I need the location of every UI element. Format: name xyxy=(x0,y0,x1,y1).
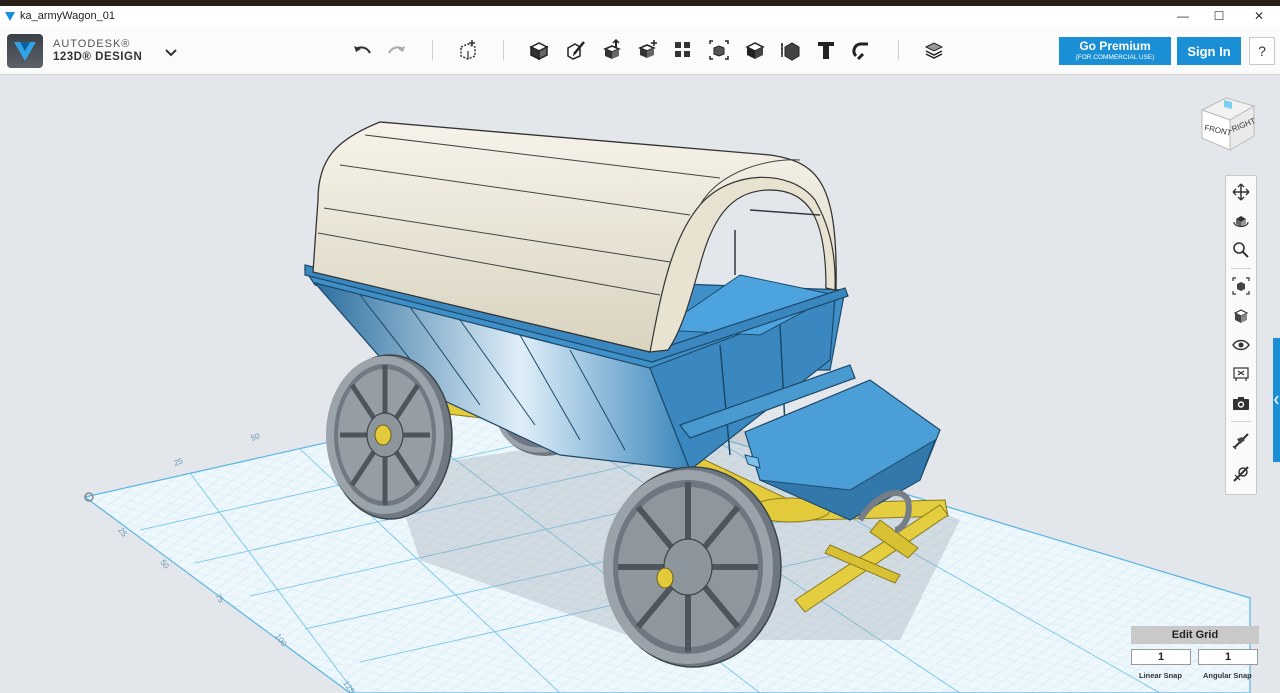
pan-icon[interactable] xyxy=(1230,181,1252,203)
rear-near-wheel[interactable] xyxy=(326,354,453,520)
view-icon[interactable] xyxy=(1230,305,1252,327)
snap-icon[interactable] xyxy=(850,38,874,62)
combine-icon[interactable] xyxy=(743,38,767,62)
maximize-button[interactable]: ☐ xyxy=(1200,6,1238,26)
grid-panel: Edit Grid 1 1 Linear Snap Angular Snap xyxy=(1131,626,1259,680)
chevron-down-icon[interactable] xyxy=(164,46,178,58)
text-icon[interactable] xyxy=(814,38,838,62)
brand-line-2: 123D® DESIGN xyxy=(53,51,143,63)
window-title: ka_armyWagon_01 xyxy=(20,10,115,22)
angular-snap-label: Angular Snap xyxy=(1203,671,1252,680)
logo-icon xyxy=(14,42,36,61)
grouping-icon[interactable] xyxy=(707,38,731,62)
sign-in-button[interactable]: Sign In xyxy=(1177,37,1241,65)
minimize-button[interactable]: — xyxy=(1164,6,1202,26)
brand-line-1: AUTODESK® xyxy=(53,38,131,50)
primitives-icon[interactable] xyxy=(527,38,551,62)
orbit-icon[interactable] xyxy=(1230,210,1252,232)
camera-icon[interactable] xyxy=(1230,392,1252,414)
front-near-wheel[interactable] xyxy=(603,466,782,668)
3d-viewport[interactable]: 25 50 75 100 125 25 50 xyxy=(0,75,1280,693)
toolbar-separator xyxy=(503,40,504,60)
go-premium-button[interactable]: Go Premium (FOR COMMERCIAL USE) xyxy=(1059,37,1171,65)
app-icon xyxy=(5,12,15,21)
material-icon[interactable] xyxy=(922,38,946,62)
visibility-icon[interactable] xyxy=(1230,334,1252,356)
navigation-bar xyxy=(1225,175,1257,495)
linear-snap-input[interactable]: 1 xyxy=(1131,649,1191,665)
app-menu-logo[interactable] xyxy=(7,34,43,68)
premium-sublabel: (FOR COMMERCIAL USE) xyxy=(1075,54,1155,61)
zoom-icon[interactable] xyxy=(1230,239,1252,261)
undo-icon[interactable] xyxy=(350,38,374,62)
snap-view-icon[interactable] xyxy=(1230,430,1252,452)
modify-icon[interactable] xyxy=(636,38,660,62)
help-button[interactable]: ? xyxy=(1249,37,1275,65)
navbar-separator xyxy=(1231,421,1251,422)
sketch-icon[interactable] xyxy=(564,38,588,62)
title-bar: ka_armyWagon_01 — ☐ ✕ xyxy=(0,6,1280,26)
view-cube[interactable]: FRONT RIGHT xyxy=(1196,92,1260,156)
main-toolbar: AUTODESK® 123D® DESIGN Go Premium (FOR C… xyxy=(0,26,1280,75)
navbar-separator xyxy=(1231,268,1251,269)
redo-icon[interactable] xyxy=(385,38,409,62)
edit-grid-button[interactable]: Edit Grid xyxy=(1131,626,1259,644)
close-button[interactable]: ✕ xyxy=(1240,6,1278,26)
toolbar-separator xyxy=(898,40,899,60)
angular-snap-input[interactable]: 1 xyxy=(1198,649,1258,665)
materials-icon[interactable] xyxy=(1230,363,1252,385)
side-panel-toggle[interactable] xyxy=(1273,338,1280,462)
construct-icon[interactable] xyxy=(600,38,624,62)
settings-icon[interactable] xyxy=(1230,463,1252,485)
fit-icon[interactable] xyxy=(1230,275,1252,297)
toolbar-separator xyxy=(432,40,433,60)
linear-snap-label: Linear Snap xyxy=(1139,671,1182,680)
pattern-icon[interactable] xyxy=(671,38,695,62)
premium-label: Go Premium xyxy=(1079,39,1151,53)
transform-icon[interactable] xyxy=(456,38,480,62)
measure-icon[interactable] xyxy=(779,38,803,62)
